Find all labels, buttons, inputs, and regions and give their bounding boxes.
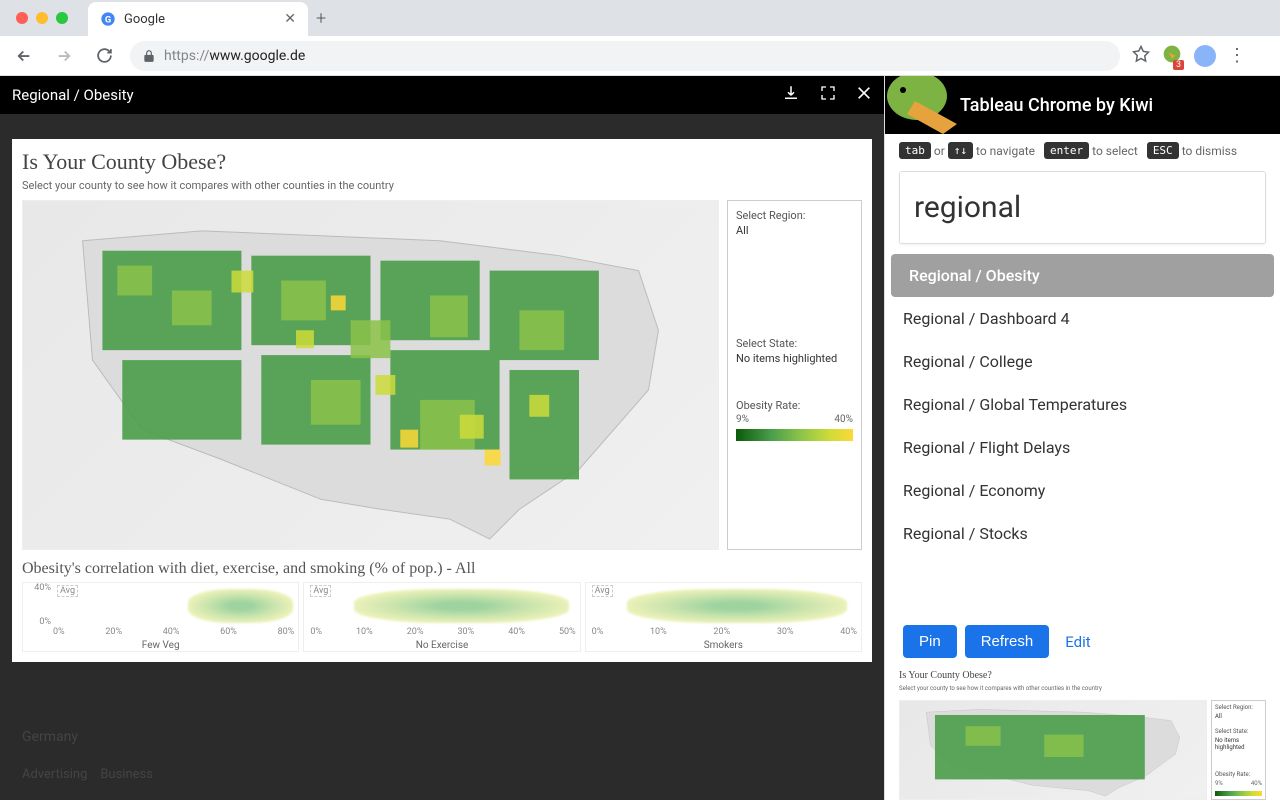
back-button[interactable] xyxy=(10,42,38,70)
search-input[interactable]: regional xyxy=(899,171,1266,244)
state-value[interactable]: No items highlighted xyxy=(736,352,853,365)
reload-button[interactable] xyxy=(90,42,118,70)
google-footer: Germany Advertising Business xyxy=(0,711,884,800)
footer-business[interactable]: Business xyxy=(100,767,153,782)
browser-tab[interactable]: G Google ✕ xyxy=(88,2,308,36)
viz-preview: Is Your County Obese? Select your county… xyxy=(899,670,1266,800)
main-content: Regional / Obesity Is Your County Obese?… xyxy=(0,76,884,800)
viz-title: Is Your County Obese? xyxy=(22,149,862,175)
scatter-title: Obesity's correlation with diet, exercis… xyxy=(22,560,862,578)
nav-hints: tab or ↑↓ to navigate enter to select ES… xyxy=(885,134,1280,167)
search-results: Regional / Obesity Regional / Dashboard … xyxy=(885,254,1280,613)
scatter-plots: 40%0% Avg 0%20%40%60%80% Few Veg Avg 0%1… xyxy=(22,582,862,652)
key-arrows: ↑↓ xyxy=(948,142,973,159)
forward-button[interactable] xyxy=(50,42,78,70)
scatter-no-exercise[interactable]: Avg 0%10%20%30%40%50% No Exercise xyxy=(303,582,580,652)
tab-title: Google xyxy=(124,12,276,27)
extension-panel: Tableau Chrome by Kiwi tab or ↑↓ to navi… xyxy=(884,76,1280,800)
key-tab: tab xyxy=(899,142,931,159)
scatter-few-veg[interactable]: 40%0% Avg 0%20%40%60%80% Few Veg xyxy=(22,582,299,652)
result-item[interactable]: Regional / Flight Delays xyxy=(885,426,1280,469)
result-item[interactable]: Regional / Global Temperatures xyxy=(885,383,1280,426)
browser-chrome: G Google ✕ + https://www.google.de 3 ⋮ xyxy=(0,0,1280,76)
legend-label: Obesity Rate: xyxy=(736,399,853,412)
download-icon[interactable] xyxy=(782,84,800,106)
extension-header: Tableau Chrome by Kiwi xyxy=(885,76,1280,134)
result-item[interactable]: Regional / Obesity xyxy=(891,254,1274,297)
profile-avatar[interactable] xyxy=(1194,45,1216,67)
address-bar: https://www.google.de 3 ⋮ xyxy=(0,36,1280,76)
close-tab-icon[interactable]: ✕ xyxy=(284,11,296,27)
region-label: Select Region: xyxy=(736,209,853,222)
avg-label: Avg xyxy=(592,585,613,597)
tableau-viz: Is Your County Obese? Select your county… xyxy=(12,139,872,662)
region-value[interactable]: All xyxy=(736,224,853,237)
result-item[interactable]: Regional / Dashboard 4 xyxy=(885,297,1280,340)
result-item[interactable]: Regional / Economy xyxy=(885,469,1280,512)
lock-icon xyxy=(142,49,156,63)
minimize-window-button[interactable] xyxy=(36,12,48,24)
map-controls: Select Region: All Select State: No item… xyxy=(727,200,862,550)
scatter-smokers[interactable]: Avg 0%10%20%30%40% Smokers xyxy=(585,582,862,652)
close-icon[interactable] xyxy=(856,85,872,105)
legend-gradient xyxy=(736,429,853,441)
new-tab-button[interactable]: + xyxy=(316,8,326,29)
google-favicon-icon: G xyxy=(100,11,116,27)
kiwi-logo-icon xyxy=(885,76,957,134)
refresh-button[interactable]: Refresh xyxy=(965,625,1050,658)
footer-country: Germany xyxy=(22,729,862,745)
extension-actions: Pin Refresh Edit xyxy=(885,613,1280,670)
avg-label: Avg xyxy=(310,585,331,597)
extension-title: Tableau Chrome by Kiwi xyxy=(957,95,1153,116)
preview-map xyxy=(899,700,1207,800)
viz-header: Regional / Obesity xyxy=(0,76,884,114)
close-window-button[interactable] xyxy=(16,12,28,24)
url-input[interactable]: https://www.google.de xyxy=(130,41,1120,71)
pin-button[interactable]: Pin xyxy=(903,625,957,658)
url-text: https://www.google.de xyxy=(164,48,305,64)
extension-icon[interactable]: 3 xyxy=(1162,44,1182,68)
avg-label: Avg xyxy=(57,585,78,597)
result-item[interactable]: Regional / Stocks xyxy=(885,512,1280,555)
svg-text:G: G xyxy=(105,14,111,25)
bookmark-icon[interactable] xyxy=(1132,45,1150,67)
key-enter: enter xyxy=(1044,142,1089,159)
legend-min: 9% xyxy=(736,414,749,425)
extension-badge: 3 xyxy=(1173,60,1184,70)
maximize-window-button[interactable] xyxy=(56,12,68,24)
tab-bar: G Google ✕ + xyxy=(0,0,1280,36)
result-item[interactable]: Regional / College xyxy=(885,340,1280,383)
viz-header-title: Regional / Obesity xyxy=(12,86,134,104)
key-esc: ESC xyxy=(1147,142,1179,159)
viz-subtitle: Select your county to see how it compare… xyxy=(22,179,862,192)
footer-advertising[interactable]: Advertising xyxy=(22,767,87,782)
fullscreen-icon[interactable] xyxy=(820,85,836,105)
choropleth-map[interactable] xyxy=(22,200,719,550)
edit-link[interactable]: Edit xyxy=(1065,633,1090,651)
legend-max: 40% xyxy=(834,414,853,425)
window-controls xyxy=(8,12,76,24)
menu-icon[interactable]: ⋮ xyxy=(1228,45,1246,66)
state-label: Select State: xyxy=(736,337,853,350)
